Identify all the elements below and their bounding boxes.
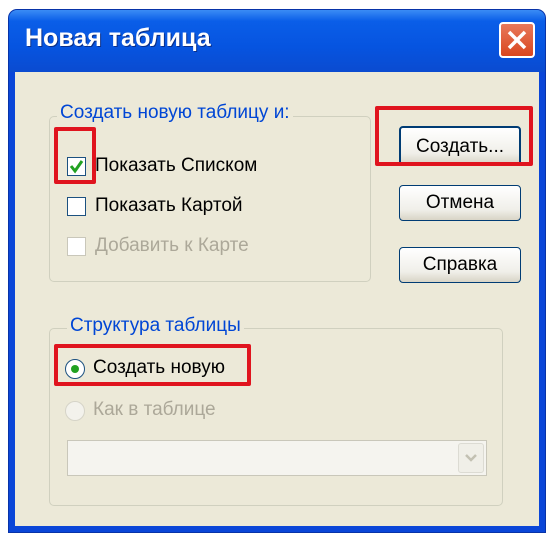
help-button[interactable]: Справка — [399, 247, 521, 283]
window-title: Новая таблица — [25, 24, 211, 52]
table-structure-legend: Структура таблицы — [67, 315, 244, 337]
dialog-window: Новая таблица Создать новую таблицу и: П… — [9, 10, 545, 532]
chevron-down-icon — [465, 454, 477, 462]
dropdown-arrow-button — [458, 443, 484, 473]
show-map-option[interactable]: Показать Картой — [67, 195, 347, 219]
show-map-label: Показать Картой — [95, 195, 243, 216]
add-to-map-option: Добавить к Карте — [67, 235, 347, 259]
like-table-label: Как в таблице — [93, 399, 216, 420]
create-options-legend: Создать новую таблицу и: — [57, 102, 293, 124]
show-list-label: Показать Списком — [95, 155, 258, 176]
close-icon — [507, 30, 527, 50]
like-table-option: Как в таблице — [65, 399, 325, 423]
title-bar[interactable]: Новая таблица — [9, 10, 545, 72]
highlight-create-new-radio — [54, 344, 251, 386]
show-map-checkbox[interactable] — [67, 197, 86, 216]
highlight-show-list-checkbox — [54, 127, 96, 184]
cancel-button[interactable]: Отмена — [399, 185, 521, 221]
add-to-map-label: Добавить к Карте — [95, 235, 249, 256]
table-select — [67, 440, 487, 476]
show-list-option[interactable]: Показать Списком — [67, 155, 347, 179]
add-to-map-checkbox — [67, 237, 86, 256]
close-button[interactable] — [499, 22, 535, 58]
like-table-radio — [65, 401, 85, 421]
highlight-create-button — [375, 106, 533, 166]
